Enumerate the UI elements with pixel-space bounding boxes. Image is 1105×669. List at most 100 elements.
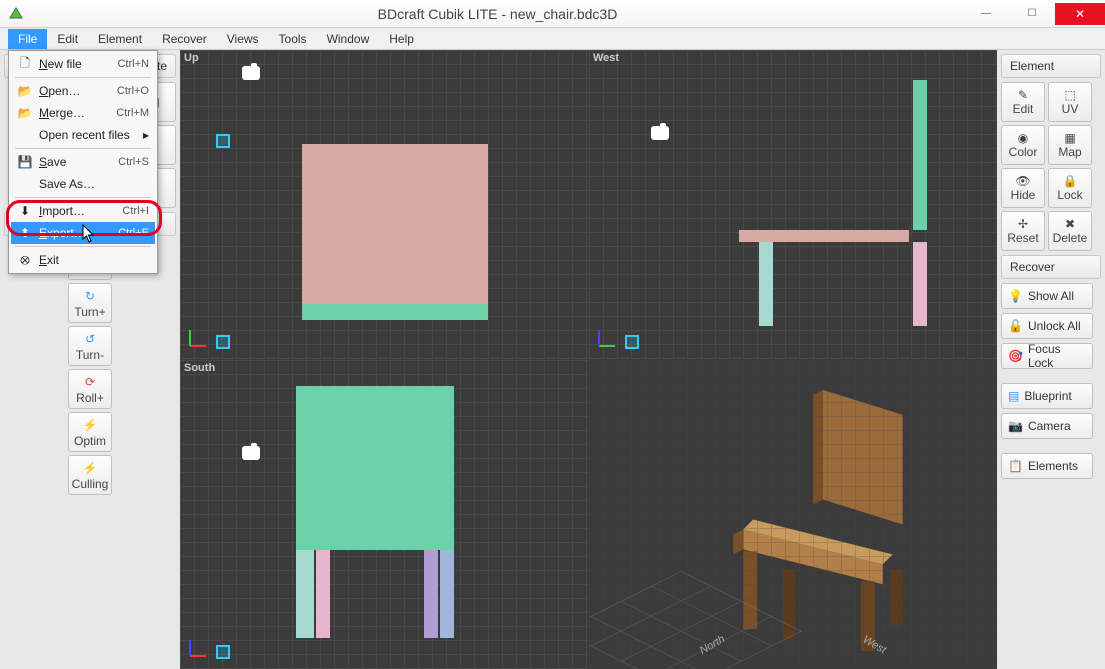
menu-item-open[interactable]: 📂Open…Ctrl+O [11,80,155,102]
separator [15,77,151,78]
top-shape-b [302,304,488,320]
recover-panel-header: Recover [1001,255,1101,279]
menu-item-recent[interactable]: Open recent files▸ [11,124,155,146]
save-icon: 💾 [17,154,33,170]
west-leg-b [913,242,927,326]
axis-gizmo [188,328,208,351]
menu-help[interactable]: Help [379,29,424,49]
unlock-all-button[interactable]: 🔓Unlock All [1001,313,1093,339]
menu-item-saveas[interactable]: Save As… [11,173,155,195]
grid [589,50,997,359]
view-label-up: Up [184,52,199,64]
elements-icon: 📋 [1008,459,1023,473]
camera-icon: 📷 [1008,419,1023,433]
focus-lock-button[interactable]: 🎯Focus Lock [1001,343,1093,369]
lock-button[interactable]: 🔒Lock [1048,168,1092,208]
delete-button[interactable]: ✖Delete [1048,211,1092,251]
window-title: BDcraft Cubik LITE - new_chair.bdc3D [32,6,963,22]
elements-button[interactable]: 📋Elements [1001,453,1093,479]
menu-item-merge[interactable]: 📂Merge…Ctrl+M [11,102,155,124]
element-edit-button[interactable]: ✎Edit [1001,82,1045,122]
viewports: Up West South [180,50,997,669]
camera-icon [651,126,669,140]
axis-gizmo [188,638,208,661]
roll-icon: ⟳ [82,374,98,390]
culling-icon: ⚡ [82,460,98,476]
merge-icon: 📂 [17,105,33,121]
color-button[interactable]: ◉Color [1001,125,1045,165]
chevron-right-icon: ▸ [143,128,149,142]
optim-button[interactable]: ⚡Optim [68,412,112,452]
app-icon [8,6,24,22]
color-icon: ◉ [1018,131,1028,145]
south-leg-2 [316,550,330,638]
turn-minus-button[interactable]: ↺Turn- [68,326,112,366]
culling-button[interactable]: ⚡Culling [68,455,112,495]
menu-element[interactable]: Element [88,29,152,49]
menu-item-new[interactable]: 🗋New fileCtrl+N [11,53,155,75]
menu-item-import[interactable]: ⬇Import…Ctrl+I [11,200,155,222]
view-label-south: South [184,362,215,374]
viewport-south[interactable]: South [180,360,588,669]
camera-button[interactable]: 📷Camera [1001,413,1093,439]
marker-icon [625,335,639,349]
west-back [913,80,927,230]
top-shape-a [302,144,488,304]
menu-edit[interactable]: Edit [47,29,88,49]
viewport-up[interactable]: Up [180,50,588,359]
element-tools: ✎Edit ⬚UV ◉Color ▦Map 👁Hide 🔒Lock ✢Reset… [1001,82,1101,251]
menu-tools[interactable]: Tools [269,29,317,49]
marker-icon [216,134,230,148]
camera-icon [242,446,260,460]
maximize-button[interactable]: ☐ [1009,3,1055,25]
map-button[interactable]: ▦Map [1048,125,1092,165]
optim-icon: ⚡ [82,417,98,433]
close-button[interactable]: ✕ [1055,3,1105,25]
viewport-perspective[interactable]: North West [589,360,997,669]
blueprint-button[interactable]: ▤Blueprint [1001,383,1093,409]
south-back [296,386,454,550]
reset-icon: ✢ [1018,217,1028,231]
viewport-west[interactable]: West [589,50,997,359]
open-icon: 📂 [17,83,33,99]
focus-icon: 🎯 [1008,349,1023,363]
menu-recover[interactable]: Recover [152,29,217,49]
reset-button[interactable]: ✢Reset [1001,211,1045,251]
marker-icon [216,645,230,659]
menu-file[interactable]: File [8,29,47,49]
new-file-icon: 🗋 [17,56,33,72]
right-panel: Element ✎Edit ⬚UV ◉Color ▦Map 👁Hide 🔒Loc… [997,50,1105,669]
edit-icon: ✎ [1018,88,1028,102]
turn-minus-icon: ↺ [82,331,98,347]
menu-item-export[interactable]: ⬆Export…Ctrl+E [11,222,155,244]
marker-icon [216,335,230,349]
south-leg-4 [440,550,454,638]
export-icon: ⬆ [17,225,33,241]
unlock-icon: 🔓 [1008,319,1023,333]
element-panel-header: Element [1001,54,1101,78]
hide-icon: 👁 [1015,174,1030,188]
workspace: Create ◧ ▶ ◣ Model ✎Edit ↻Turn+ ↺Turn- ⟳… [0,50,1105,669]
hide-button[interactable]: 👁Hide [1001,168,1045,208]
menu-bar: File Edit Element Recover Views Tools Wi… [0,28,1105,50]
west-seat [739,230,909,242]
camera-icon [242,66,260,80]
turn-plus-icon: ↻ [82,288,98,304]
view-label-west: West [593,52,619,64]
menu-window[interactable]: Window [317,29,380,49]
menu-item-exit[interactable]: ⭙Exit [11,249,155,271]
minimize-button[interactable]: — [963,3,1009,25]
menu-views[interactable]: Views [217,29,269,49]
show-all-button[interactable]: 💡Show All [1001,283,1093,309]
menu-item-save[interactable]: 💾SaveCtrl+S [11,151,155,173]
blueprint-icon: ▤ [1008,389,1019,403]
uv-button[interactable]: ⬚UV [1048,82,1092,122]
turn-plus-button[interactable]: ↻Turn+ [68,283,112,323]
import-icon: ⬇ [17,203,33,219]
title-bar: BDcraft Cubik LITE - new_chair.bdc3D — ☐… [0,0,1105,28]
axis-gizmo [597,328,617,351]
roll-plus-button[interactable]: ⟳Roll+ [68,369,112,409]
grid [589,360,997,669]
separator [15,246,151,247]
south-leg-3 [424,550,438,638]
